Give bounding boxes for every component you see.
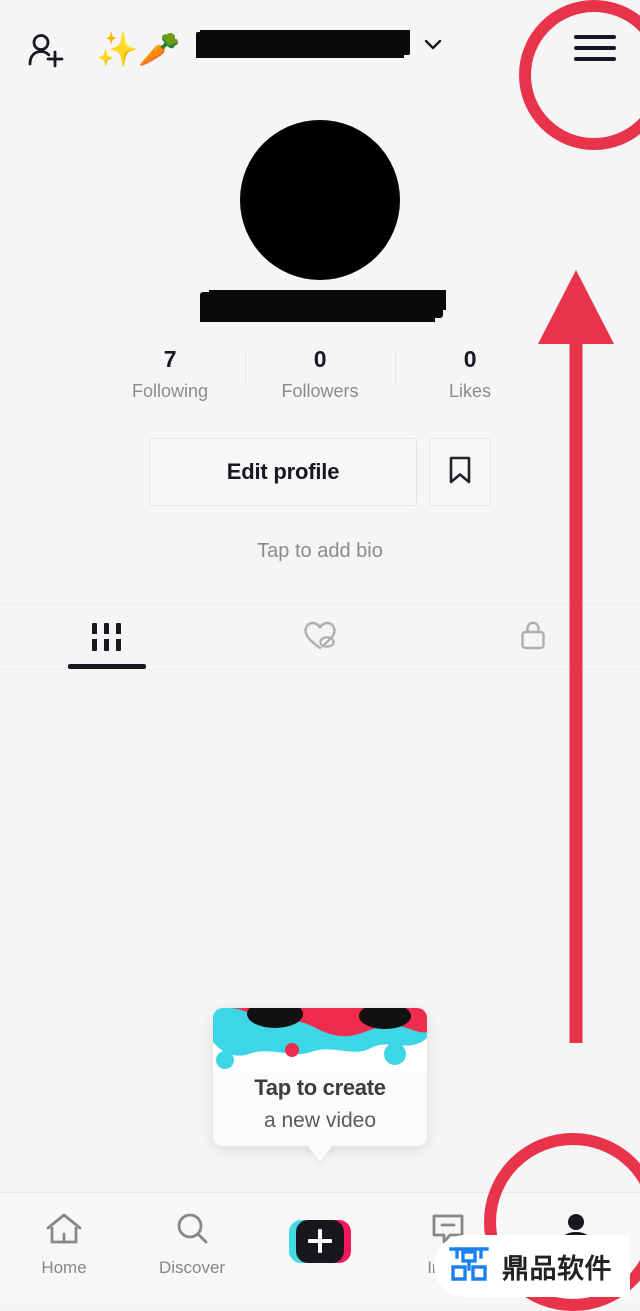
profile-actions: Edit profile: [0, 438, 640, 506]
nav-label-discover: Discover: [158, 1257, 226, 1277]
edit-profile-button[interactable]: Edit profile: [149, 438, 417, 506]
watermark-logo-icon: [448, 1243, 490, 1290]
phone-screen: ✨🥕 7 Following 0 Followers 0 Likes Edit …: [0, 0, 640, 1311]
bookmark-button[interactable]: [429, 438, 491, 506]
add-user-icon[interactable]: [24, 28, 68, 72]
hamburger-line: [574, 57, 616, 61]
username-redaction: [196, 32, 410, 55]
tab-videos[interactable]: [0, 605, 213, 669]
tooltip-line-2: a new video: [263, 1109, 377, 1132]
grid-icon: [92, 623, 122, 651]
stat-label: Following: [131, 381, 209, 401]
hamburger-line: [574, 46, 616, 50]
sparkle-carrot-emoji[interactable]: ✨🥕: [96, 28, 181, 72]
tab-private[interactable]: [427, 605, 640, 669]
top-bar: ✨🥕: [0, 0, 640, 100]
hamburger-menu-icon[interactable]: [574, 32, 616, 64]
nav-item-home[interactable]: Home: [0, 1193, 128, 1305]
tooltip-pointer: [306, 1144, 334, 1162]
nav-item-create[interactable]: [256, 1193, 384, 1305]
hamburger-line: [574, 35, 616, 39]
handle-redaction: [200, 292, 443, 318]
stat-value: 0: [463, 346, 477, 372]
watermark: 鼎品软件: [434, 1235, 630, 1297]
nav-item-discover[interactable]: Discover: [128, 1193, 256, 1305]
stat-following[interactable]: 7 Following: [95, 344, 245, 404]
bookmark-icon: [446, 455, 474, 490]
tooltip-splash-graphic: [213, 1008, 427, 1072]
tooltip-line-1: Tap to create: [254, 1075, 386, 1100]
username-title[interactable]: [196, 32, 444, 55]
create-video-tooltip[interactable]: Tap to create a new video: [213, 1008, 427, 1146]
bio-placeholder[interactable]: Tap to add bio: [0, 540, 640, 563]
plus-icon[interactable]: [289, 1219, 351, 1263]
stat-label: Followers: [281, 381, 359, 401]
profile-stats: 7 Following 0 Followers 0 Likes: [0, 344, 640, 404]
stat-followers[interactable]: 0 Followers: [245, 344, 395, 404]
magnifier-icon: [172, 1211, 212, 1252]
top-bar-left-icons: ✨🥕: [24, 28, 181, 72]
heart-hidden-icon: [302, 618, 338, 657]
watermark-text: 鼎品软件: [502, 1253, 612, 1285]
profile-tabs: [0, 604, 640, 670]
stat-value: 7: [163, 346, 177, 372]
stat-likes[interactable]: 0 Likes: [395, 344, 545, 404]
stat-value: 0: [313, 346, 327, 372]
stat-label: Likes: [448, 381, 492, 401]
tab-liked[interactable]: [213, 605, 426, 669]
tab-active-underline: [67, 664, 146, 669]
create-core: [296, 1219, 344, 1263]
house-icon: [44, 1211, 84, 1252]
avatar[interactable]: [240, 120, 400, 280]
chevron-down-icon[interactable]: [422, 33, 444, 55]
lock-icon: [518, 618, 548, 657]
nav-label-home: Home: [41, 1257, 87, 1277]
tooltip-text: Tap to create a new video: [213, 1072, 427, 1138]
